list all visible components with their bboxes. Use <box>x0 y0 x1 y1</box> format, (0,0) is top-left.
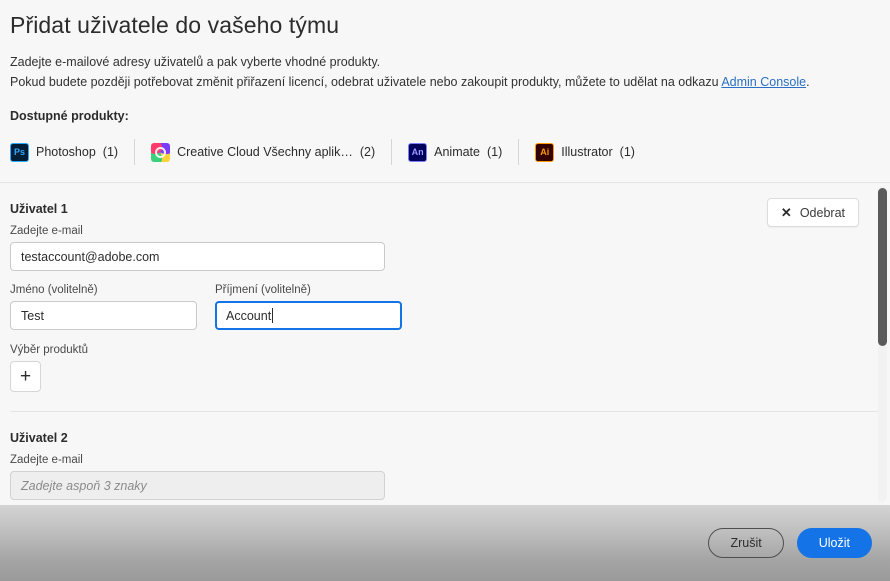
users-list: Uživatel 1 ✕ Odebrat Zadejte e-mail test… <box>0 183 890 500</box>
user-2-heading: Uživatel 2 <box>10 431 68 445</box>
animate-icon: An <box>408 142 428 162</box>
product-chip-photoshop: Ps Photoshop (1) <box>10 137 134 167</box>
photoshop-icon: Ps <box>10 142 29 162</box>
text-caret <box>272 308 274 323</box>
user-1-first-name-label: Jméno (volitelně) <box>10 284 98 296</box>
intro-line-2-suffix: . <box>806 75 810 89</box>
user-1-last-name-label: Příjmení (volitelně) <box>215 284 311 296</box>
save-button[interactable]: Uložit <box>796 528 872 558</box>
user-1-email-label: Zadejte e-mail <box>10 225 83 237</box>
intro-line-2: Pokud budete později potřebovat změnit p… <box>10 73 880 92</box>
product-count-photoshop: (1) <box>102 145 119 159</box>
remove-user-1-button[interactable]: ✕ Odebrat <box>766 198 859 227</box>
add-product-button[interactable]: + <box>10 361 41 392</box>
dialog-header: Přidat uživatele do vašeho týmu Zadejte … <box>0 0 890 167</box>
cancel-button[interactable]: Zrušit <box>708 528 784 558</box>
product-name-photoshop: Photoshop <box>36 145 96 159</box>
user-block-2: Uživatel 2 Zadejte e-mail Zadejte aspoň … <box>10 412 880 500</box>
creative-cloud-icon <box>151 142 171 162</box>
product-name-illustrator: Illustrator <box>561 145 613 159</box>
chip-divider <box>391 139 393 165</box>
user-1-first-name-input[interactable]: Test <box>10 301 197 330</box>
product-chip-animate: An Animate (1) <box>408 137 518 167</box>
user-1-products-label: Výběr produktů <box>10 344 88 356</box>
user-1-products-group: Výběr produktů + <box>10 344 880 392</box>
intro-line-1: Zadejte e-mailové adresy uživatelů a pak… <box>10 55 381 69</box>
scrollbar-thumb[interactable] <box>878 188 887 346</box>
intro-line-2-prefix: Pokud budete později potřebovat změnit p… <box>10 75 722 89</box>
admin-console-link[interactable]: Admin Console <box>721 75 806 89</box>
user-2-email-placeholder: Zadejte aspoň 3 znaky <box>21 478 147 493</box>
product-name-creative-cloud: Creative Cloud Všechny aplik… <box>177 145 353 159</box>
user-1-first-name-group: Jméno (volitelně) Test <box>10 284 197 330</box>
user-1-first-name-value: Test <box>21 308 44 323</box>
available-products-label: Dostupné produkty: <box>10 109 129 123</box>
user-2-email-label: Zadejte e-mail <box>10 454 83 466</box>
users-scroll-area[interactable]: Uživatel 1 ✕ Odebrat Zadejte e-mail test… <box>0 182 890 505</box>
user-1-last-name-value: Account <box>226 308 272 323</box>
chip-divider <box>134 139 136 165</box>
illustrator-icon: Ai <box>535 142 555 162</box>
product-name-animate: Animate <box>434 145 480 159</box>
product-count-creative-cloud: (2) <box>359 145 376 159</box>
user-block-1: Uživatel 1 ✕ Odebrat Zadejte e-mail test… <box>10 183 880 411</box>
add-users-dialog: Přidat uživatele do vašeho týmu Zadejte … <box>0 0 890 581</box>
user-1-name-row: Jméno (volitelně) Test Příjmení (volitel… <box>10 284 880 330</box>
dialog-footer: Zrušit Uložit <box>0 505 890 581</box>
product-chip-creative-cloud: Creative Cloud Všechny aplik… (2) <box>151 137 391 167</box>
chip-divider <box>518 139 520 165</box>
product-count-illustrator: (1) <box>619 145 635 159</box>
user-1-email-value: testaccount@adobe.com <box>21 249 160 264</box>
available-products-strip: Ps Photoshop (1) Creative Cloud Všechny … <box>10 137 880 167</box>
user-1-heading: Uživatel 1 <box>10 202 68 216</box>
user-1-email-input[interactable]: testaccount@adobe.com <box>10 242 385 271</box>
user-1-last-name-input[interactable]: Account <box>215 301 402 330</box>
remove-user-1-label: Odebrat <box>799 205 845 220</box>
close-icon: ✕ <box>780 205 792 220</box>
product-chip-illustrator: Ai Illustrator (1) <box>535 137 651 167</box>
user-1-last-name-group: Příjmení (volitelně) Account <box>215 284 402 330</box>
product-count-animate: (1) <box>486 145 503 159</box>
page-title: Přidat uživatele do vašeho týmu <box>10 12 340 38</box>
user-2-email-input[interactable]: Zadejte aspoň 3 znaky <box>10 471 385 500</box>
